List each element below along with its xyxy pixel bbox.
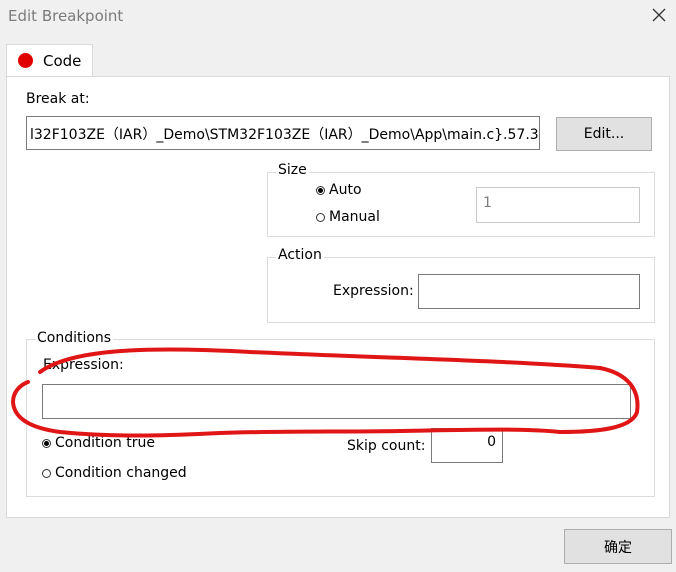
condition-changed-label: Condition changed xyxy=(55,465,187,481)
action-legend: Action xyxy=(276,247,324,263)
condition-true-label: Condition true xyxy=(55,435,155,451)
radio-selected-icon xyxy=(42,438,51,448)
skip-count-label: Skip count: xyxy=(347,438,426,454)
close-icon[interactable] xyxy=(650,6,668,24)
break-at-input[interactable]: l32F103ZE（IAR）_Demo\STM32F103ZE（IAR）_Dem… xyxy=(26,116,540,150)
breakpoint-dot-icon xyxy=(18,53,33,68)
condition-true-radio[interactable]: Condition true xyxy=(42,435,155,451)
break-at-label: Break at: xyxy=(26,91,90,107)
conditions-legend: Conditions xyxy=(35,330,114,346)
size-auto-label: Auto xyxy=(329,182,362,198)
break-at-value: l32F103ZE（IAR）_Demo\STM32F103ZE（IAR）_Dem… xyxy=(30,127,539,143)
size-manual-radio[interactable]: Manual xyxy=(316,209,380,225)
tab-code-label: Code xyxy=(43,52,82,70)
action-expression-label: Expression: xyxy=(333,283,414,299)
action-expression-input[interactable] xyxy=(418,274,640,309)
size-auto-radio[interactable]: Auto xyxy=(316,182,362,198)
condition-changed-radio[interactable]: Condition changed xyxy=(42,465,187,481)
radio-selected-icon xyxy=(316,185,325,195)
size-legend: Size xyxy=(276,162,309,178)
edit-button[interactable]: Edit... xyxy=(556,117,652,151)
tab-code[interactable]: Code xyxy=(6,44,93,77)
ok-button[interactable]: 确定 xyxy=(564,529,672,564)
window-title: Edit Breakpoint xyxy=(8,7,124,25)
skip-count-input[interactable]: 0 xyxy=(431,428,503,463)
size-value: 1 xyxy=(483,195,492,211)
radio-unselected-icon xyxy=(42,468,51,478)
radio-unselected-icon xyxy=(316,212,325,222)
conditions-expression-input[interactable] xyxy=(42,384,631,419)
skip-count-value: 0 xyxy=(487,434,496,450)
size-manual-label: Manual xyxy=(329,209,380,225)
conditions-expression-label: Expression: xyxy=(43,357,124,373)
size-value-input[interactable]: 1 xyxy=(476,187,640,223)
